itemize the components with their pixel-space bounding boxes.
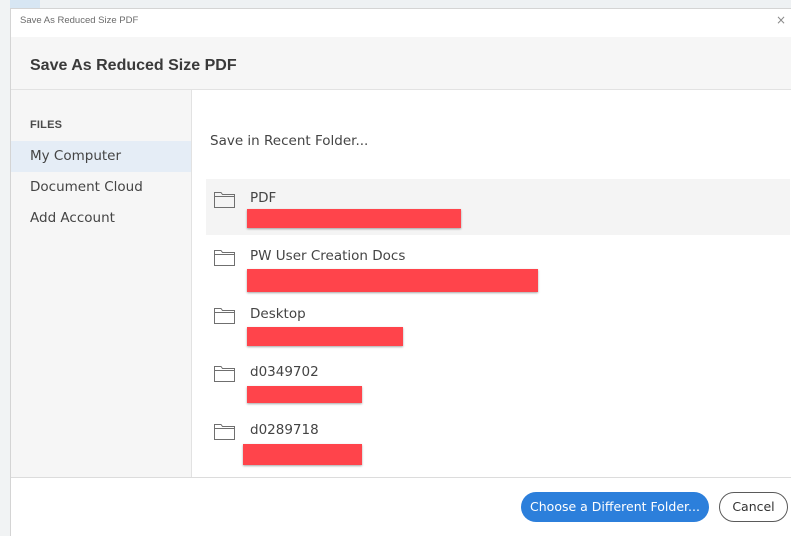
background-left-strip bbox=[0, 0, 10, 536]
list-item-folder-pw-user-creation-docs[interactable]: PW User Creation Docs bbox=[206, 237, 790, 293]
sidebar-item-label: Add Account bbox=[30, 210, 115, 226]
recent-folder-label: Save in Recent Folder... bbox=[210, 133, 369, 149]
folder-icon bbox=[214, 424, 235, 440]
cancel-button[interactable]: Cancel bbox=[719, 492, 788, 522]
choose-different-folder-button[interactable]: Choose a Different Folder... bbox=[521, 492, 709, 522]
folder-icon bbox=[214, 366, 235, 382]
list-item-folder-d0289718[interactable]: d0289718 bbox=[206, 411, 790, 467]
page-title: Save As Reduced Size PDF bbox=[30, 57, 237, 74]
sidebar-heading: FILES bbox=[30, 119, 63, 131]
list-item-folder-desktop[interactable]: Desktop bbox=[206, 295, 790, 351]
list-item-folder-pdf[interactable]: PDF bbox=[206, 179, 790, 235]
redacted-path bbox=[247, 269, 538, 292]
folder-name: d0349702 bbox=[250, 364, 319, 380]
redacted-path bbox=[247, 327, 403, 346]
sidebar-item-add-account[interactable]: Add Account bbox=[11, 203, 191, 234]
folder-icon bbox=[214, 308, 235, 324]
sidebar: FILES My Computer Document Cloud Add Acc… bbox=[11, 90, 192, 477]
folder-icon bbox=[214, 192, 235, 208]
close-icon[interactable]: × bbox=[773, 12, 789, 28]
title-bar: Save As Reduced Size PDF × bbox=[11, 9, 791, 37]
sidebar-item-label: My Computer bbox=[30, 148, 122, 164]
sidebar-item-document-cloud[interactable]: Document Cloud bbox=[11, 172, 191, 203]
main-panel: Save in Recent Folder... PDF PW User Cre… bbox=[192, 90, 791, 477]
folder-name: PDF bbox=[250, 190, 277, 206]
list-item-folder-d0349702[interactable]: d0349702 bbox=[206, 353, 790, 409]
save-dialog: Save As Reduced Size PDF × Save As Reduc… bbox=[10, 8, 791, 537]
folder-name: d0289718 bbox=[250, 422, 319, 438]
sidebar-item-my-computer[interactable]: My Computer bbox=[11, 141, 191, 172]
background-top-strip bbox=[0, 0, 791, 8]
dialog-header: Save As Reduced Size PDF bbox=[11, 37, 791, 90]
dialog-footer: Choose a Different Folder... Cancel bbox=[11, 477, 791, 537]
redacted-path bbox=[247, 386, 362, 403]
window-title: Save As Reduced Size PDF bbox=[20, 15, 139, 26]
folder-name: Desktop bbox=[250, 306, 306, 322]
redacted-path bbox=[243, 444, 362, 465]
folder-name: PW User Creation Docs bbox=[250, 248, 406, 264]
sidebar-item-label: Document Cloud bbox=[30, 179, 143, 195]
folder-icon bbox=[214, 250, 235, 266]
redacted-path bbox=[247, 209, 461, 228]
